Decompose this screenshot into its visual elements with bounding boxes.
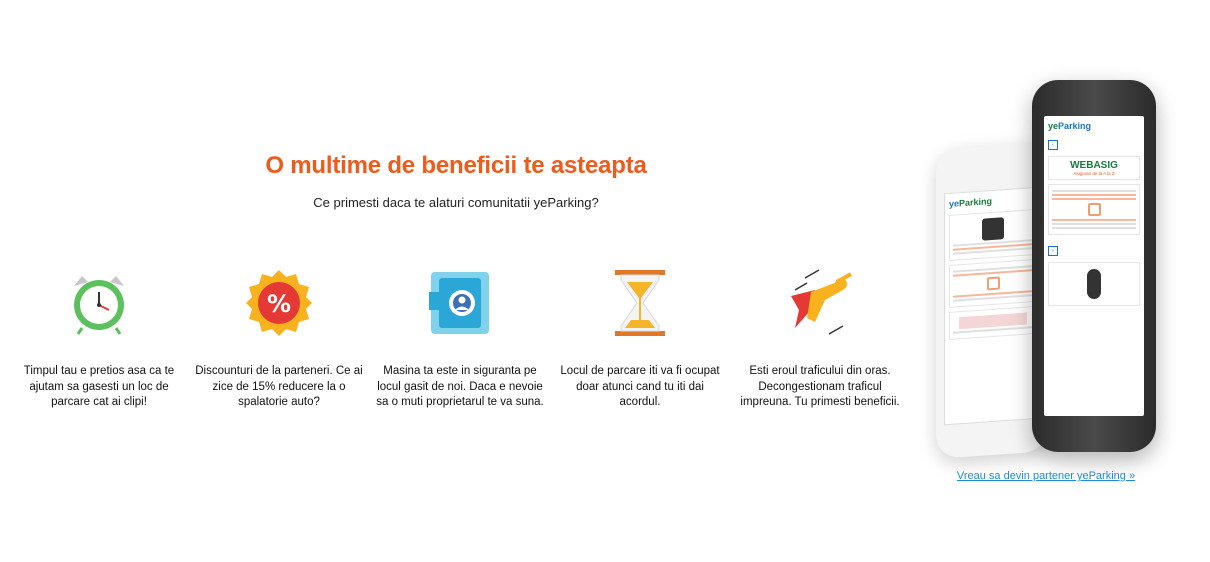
superhero-icon [791, 269, 852, 335]
partner-card [949, 208, 1037, 262]
discount-percent-icon: % [246, 270, 312, 336]
back-chip[interactable]: ‹ [1048, 140, 1058, 150]
become-partner-link[interactable]: Vreau sa devin partener yeParking » [946, 470, 1146, 482]
alarm-clock-icon [74, 276, 124, 335]
phone-screen: yeParking ‹ WEBASIG Asigurari de la A la… [1044, 116, 1144, 416]
benefit-text: Discounturi de la parteneri. Ce ai zice … [195, 365, 363, 408]
benefit-item: Locul de parcare iti va fi ocupat doar a… [555, 268, 725, 411]
phone-mockup-front: yeParking ‹ WEBASIG Asigurari de la A la… [1032, 80, 1156, 452]
svg-text:%: % [267, 290, 291, 318]
partner-card: WEBASIG Asigurari de la A la Z [1048, 156, 1140, 180]
benefit-item: Esti eroul traficului din oras. Deconges… [735, 268, 905, 411]
phone-screen: yeParking [944, 186, 1042, 426]
hourglass-icon [615, 270, 665, 336]
phone-camera-icon [429, 272, 489, 334]
benefit-text: Timpul tau e pretios asa ca te ajutam sa… [23, 365, 175, 408]
partner-brand: WEBASIG [1070, 160, 1118, 171]
partner-card [949, 258, 1037, 309]
benefit-item: % Discounturi de la parteneri. Ce ai zic… [194, 268, 364, 411]
partner-tagline: Asigurari de la A la Z [1073, 171, 1115, 176]
app-logo: yeParking [949, 195, 993, 210]
benefit-text: Masina ta este in siguranta pe locul gas… [376, 365, 544, 408]
partner-card [1048, 262, 1140, 306]
page-title: O multime de beneficii te asteapta [265, 152, 647, 179]
service-chip[interactable]: › [1048, 246, 1058, 256]
benefit-text: Esti eroul traficului din oras. Deconges… [740, 365, 900, 408]
benefit-item: Masina ta este in siguranta pe locul gas… [375, 268, 545, 411]
partner-card [1048, 184, 1140, 235]
benefit-text: Locul de parcare iti va fi ocupat doar a… [560, 365, 720, 408]
page-subtitle: Ce primesti daca te alaturi comunitatii … [313, 195, 599, 210]
app-logo: yeParking [1048, 121, 1092, 131]
partner-card [949, 305, 1037, 341]
benefit-item: Timpul tau e pretios asa ca te ajutam sa… [14, 268, 184, 411]
